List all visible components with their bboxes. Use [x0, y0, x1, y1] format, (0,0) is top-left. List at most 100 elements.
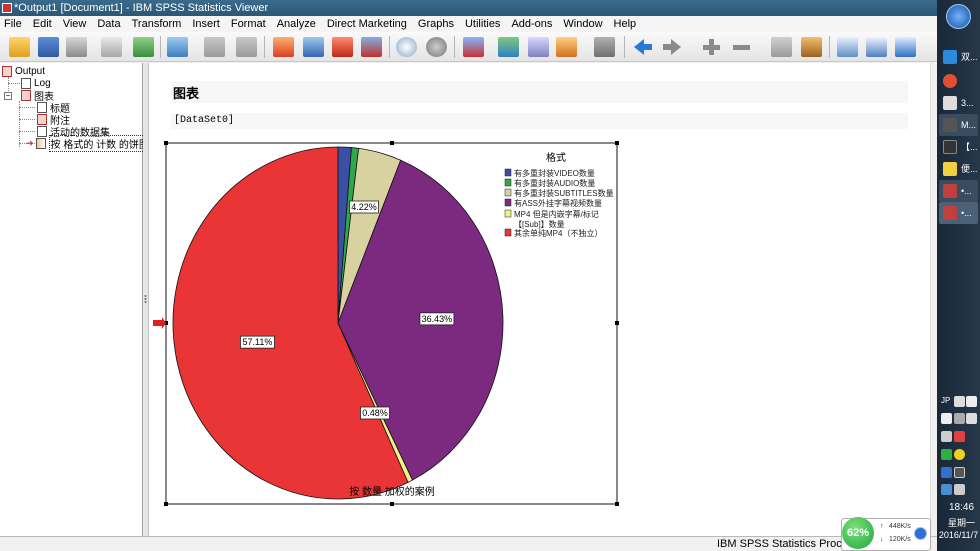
download-arrow-icon: ↓ — [880, 536, 884, 543]
network-icon[interactable] — [914, 527, 927, 540]
notes-icon — [37, 113, 47, 125]
slice-data-label[interactable]: 57.11% — [240, 335, 275, 349]
ime-label[interactable]: JP — [941, 396, 950, 405]
dataset-icon — [37, 125, 47, 137]
slice-data-label[interactable]: 4.22% — [349, 200, 379, 214]
undo-icon[interactable] — [204, 37, 225, 57]
custom-dialog-icon[interactable] — [837, 37, 858, 57]
insert-new-page-icon[interactable] — [771, 37, 792, 57]
outline-item-pie-chart[interactable]: ➔ 按 格式的 计数 的饼图 — [26, 134, 151, 152]
taskbar-button[interactable]: 【... — [939, 136, 978, 158]
start-button[interactable] — [946, 4, 971, 29]
menu-analyze[interactable]: Analyze — [277, 18, 316, 30]
input-mode-icon[interactable] — [954, 396, 965, 407]
insert-text-icon[interactable] — [731, 37, 752, 57]
hide-icon[interactable] — [498, 37, 519, 57]
taskbar-button[interactable] — [939, 70, 978, 92]
taskbar-button[interactable]: •... — [939, 180, 978, 202]
menu-format[interactable]: Format — [231, 18, 266, 30]
menu-insert[interactable]: Insert — [192, 18, 220, 30]
shirt-icon[interactable] — [941, 413, 952, 424]
print-icon[interactable] — [66, 37, 87, 57]
window-icon[interactable] — [866, 37, 887, 57]
outline-root[interactable]: Output — [2, 65, 45, 77]
gear-icon[interactable] — [966, 413, 977, 424]
menu-file[interactable]: File — [4, 18, 22, 30]
menu-view[interactable]: View — [63, 18, 87, 30]
resize-handle[interactable] — [390, 502, 394, 506]
menu-window[interactable]: Window — [563, 18, 602, 30]
taskbar-button[interactable]: M... — [939, 114, 978, 136]
monitor-icon[interactable] — [941, 484, 952, 495]
export-icon[interactable] — [133, 37, 154, 57]
promote-icon[interactable] — [594, 37, 615, 57]
slice-data-label[interactable]: 36.43% — [419, 312, 455, 326]
print-preview-icon[interactable] — [101, 37, 122, 57]
legend-entry[interactable]: 有ASS外挂字幕视频数量 — [514, 198, 602, 208]
menu-transform[interactable]: Transform — [132, 18, 182, 30]
menu-help[interactable]: Help — [614, 18, 637, 30]
scripting-icon[interactable] — [801, 37, 822, 57]
clock-time[interactable]: 18:46 — [943, 502, 980, 513]
security-icon[interactable] — [954, 431, 965, 442]
menu-edit[interactable]: Edit — [33, 18, 52, 30]
expand-icon[interactable] — [528, 37, 549, 57]
clock-date[interactable]: 2016/11/7 — [937, 530, 980, 540]
display-icon[interactable] — [954, 467, 965, 478]
notes-app-icon — [943, 162, 957, 176]
update-icon[interactable] — [954, 449, 965, 460]
resize-handle[interactable] — [615, 502, 619, 506]
taskbar-button[interactable]: 便... — [939, 158, 978, 180]
legend-entry[interactable]: 有多重封装AUDIO数量 — [514, 178, 595, 188]
taskbar-button[interactable]: •... — [939, 202, 978, 224]
menu-graphs[interactable]: Graphs — [418, 18, 454, 30]
clock-day[interactable]: 星期一 — [943, 516, 980, 529]
select-last-output-icon[interactable] — [426, 37, 447, 57]
taskbar-button[interactable]: 双... — [939, 46, 978, 68]
taskbar-button[interactable]: 3... — [939, 92, 978, 114]
recall-dialog-icon[interactable] — [167, 37, 188, 57]
resize-handle[interactable] — [615, 141, 619, 145]
slice-data-label[interactable]: 0.48% — [360, 406, 390, 420]
app-icon — [943, 50, 957, 64]
volume-icon[interactable] — [954, 484, 965, 495]
redo-icon[interactable] — [236, 37, 257, 57]
insert-heading-icon[interactable] — [662, 37, 683, 57]
arrow-right-icon — [663, 39, 681, 55]
legend-entry[interactable]: 有多重封装VIDEO数量 — [514, 168, 595, 178]
vertical-scrollbar[interactable] — [930, 63, 937, 536]
outline-item-label: 按 格式的 计数 的饼图 — [48, 134, 151, 152]
pen-icon[interactable] — [941, 431, 952, 442]
menu-utilities[interactable]: Utilities — [465, 18, 500, 30]
collapse-toggle[interactable]: − — [4, 92, 12, 100]
split-window-icon[interactable] — [895, 37, 916, 57]
legend-entry[interactable]: 有多重封装SUBTITLES数量 — [514, 188, 614, 198]
resize-handle[interactable] — [164, 502, 168, 506]
scissors-icon[interactable] — [966, 396, 977, 407]
goto-case-icon[interactable] — [303, 37, 324, 57]
resize-handle[interactable] — [164, 141, 168, 145]
menu-data[interactable]: Data — [97, 18, 120, 30]
goto-variable-icon[interactable] — [332, 37, 353, 57]
keyboard-icon[interactable] — [954, 413, 965, 424]
collapse-icon[interactable] — [556, 37, 577, 57]
pie-chart[interactable]: 4.22% 36.43% 0.48% 57.11% 格式 有多重封装VIDEO数量有多… — [149, 63, 929, 513]
variables-icon[interactable] — [361, 37, 382, 57]
goto-data-icon[interactable] — [273, 37, 294, 57]
memory-usage-gauge[interactable]: 62% — [842, 517, 874, 549]
menu-add-ons[interactable]: Add-ons — [511, 18, 552, 30]
insert-title-icon[interactable] — [701, 37, 722, 57]
shield-icon[interactable] — [941, 449, 952, 460]
legend-entry[interactable]: 其余单纯MP4（不独立） — [514, 228, 602, 238]
menu-direct-marketing[interactable]: Direct Marketing — [327, 18, 407, 30]
network-tray-icon[interactable] — [941, 467, 952, 478]
open-icon[interactable] — [9, 37, 30, 57]
save-icon[interactable] — [38, 37, 59, 57]
arrow-left-icon — [634, 39, 652, 55]
resize-handle[interactable] — [615, 321, 619, 325]
demote-icon[interactable] — [632, 37, 653, 57]
chart-footer: 按 数量 加权的案例 — [349, 485, 435, 498]
show-all-icon[interactable] — [463, 37, 484, 57]
resize-handle[interactable] — [390, 141, 394, 145]
designate-window-icon[interactable] — [396, 37, 417, 57]
